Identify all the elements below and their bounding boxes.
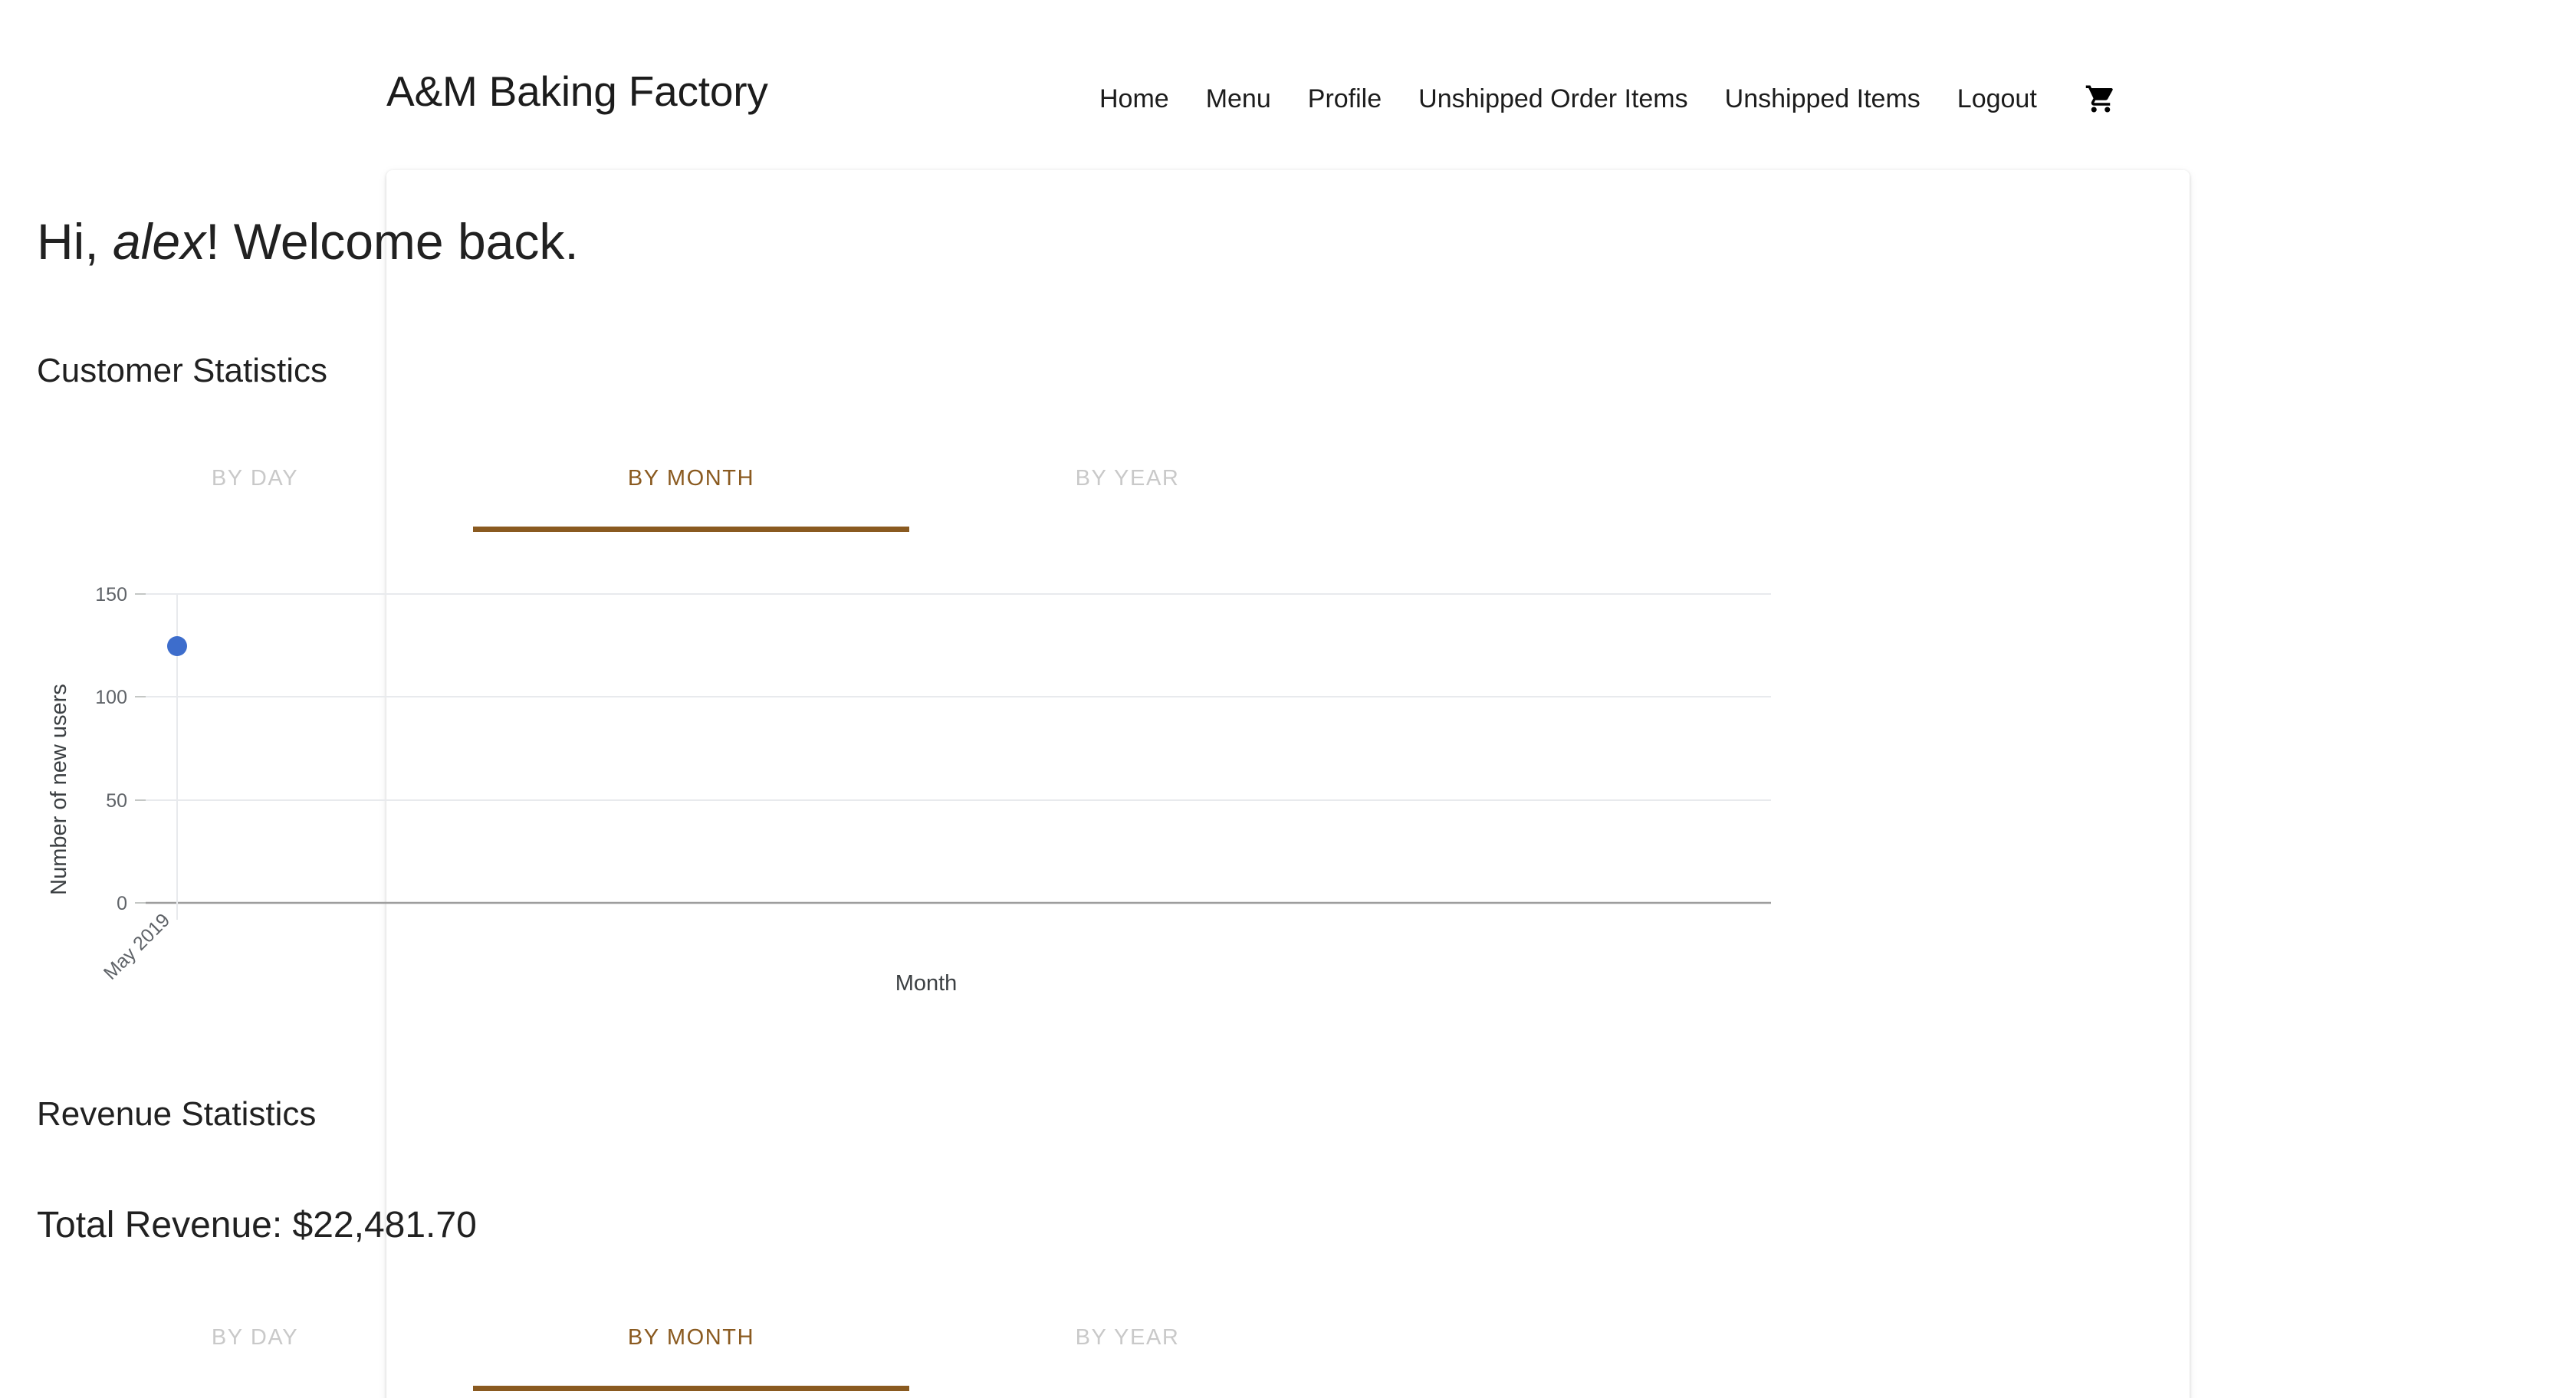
revenue-statistics-heading: Revenue Statistics: [37, 1095, 317, 1133]
tab-customer-by-month[interactable]: BY MONTH: [473, 451, 909, 532]
tab-label: BY MONTH: [627, 1325, 755, 1350]
cart-button[interactable]: [2083, 83, 2118, 115]
tab-underline: [473, 1386, 909, 1391]
nav-link-unshipped-items[interactable]: Unshipped Items: [1707, 86, 1939, 112]
customer-statistics-heading: Customer Statistics: [37, 352, 327, 389]
tab-label: BY DAY: [211, 466, 299, 491]
tab-underline: [473, 527, 909, 532]
tab-label: BY YEAR: [1075, 466, 1180, 491]
greeting-prefix: Hi,: [37, 213, 113, 270]
total-revenue-value: Total Revenue: $22,481.70: [37, 1205, 477, 1245]
tab-revenue-by-month[interactable]: BY MONTH: [473, 1310, 909, 1391]
nav-link-profile[interactable]: Profile: [1290, 86, 1400, 112]
ytick-label-150: 150: [95, 584, 127, 605]
nav-link-logout[interactable]: Logout: [1939, 86, 2055, 112]
page-title: Hi, alex! Welcome back.: [37, 216, 579, 267]
tab-customer-by-day[interactable]: BY DAY: [37, 451, 473, 532]
new-users-scatter-chart: 150 100 50 0 Number of new users May 201…: [37, 567, 1785, 1012]
greeting-username: alex: [113, 213, 206, 270]
tab-customer-by-year[interactable]: BY YEAR: [909, 451, 1346, 532]
nav-link-home[interactable]: Home: [1081, 86, 1188, 112]
greeting-suffix: ! Welcome back.: [205, 213, 579, 270]
nav-link-menu[interactable]: Menu: [1188, 86, 1290, 112]
tab-label: BY DAY: [211, 1325, 299, 1350]
ytick-label-0: 0: [117, 893, 127, 914]
brand-title[interactable]: A&M Baking Factory: [386, 71, 768, 113]
tab-label: BY MONTH: [627, 466, 755, 491]
ytick-label-50: 50: [106, 790, 127, 812]
ytick-label-100: 100: [95, 687, 127, 708]
x-axis-title: Month: [895, 971, 958, 996]
primary-navigation: Home Menu Profile Unshipped Order Items …: [1081, 83, 2118, 115]
data-point-may-2019[interactable]: [167, 636, 187, 656]
y-axis-title: Number of new users: [47, 684, 71, 895]
customer-statistics-tabs: BY DAY BY MONTH BY YEAR: [37, 451, 1346, 532]
tab-revenue-by-year[interactable]: BY YEAR: [909, 1310, 1346, 1391]
dashboard-page: A&M Baking Factory Home Menu Profile Uns…: [0, 0, 2576, 1398]
tab-revenue-by-day[interactable]: BY DAY: [37, 1310, 473, 1391]
tab-label: BY YEAR: [1075, 1325, 1180, 1350]
top-navbar: A&M Baking Factory Home Menu Profile Uns…: [0, 0, 2576, 162]
xtick-label-may-2019: May 2019: [100, 909, 174, 983]
nav-link-unshipped-order-items[interactable]: Unshipped Order Items: [1400, 86, 1707, 112]
revenue-statistics-tabs: BY DAY BY MONTH BY YEAR: [37, 1310, 1346, 1391]
chart-svg: 150 100 50 0 Number of new users May 201…: [47, 584, 1771, 996]
shopping-cart-icon: [2085, 85, 2113, 113]
